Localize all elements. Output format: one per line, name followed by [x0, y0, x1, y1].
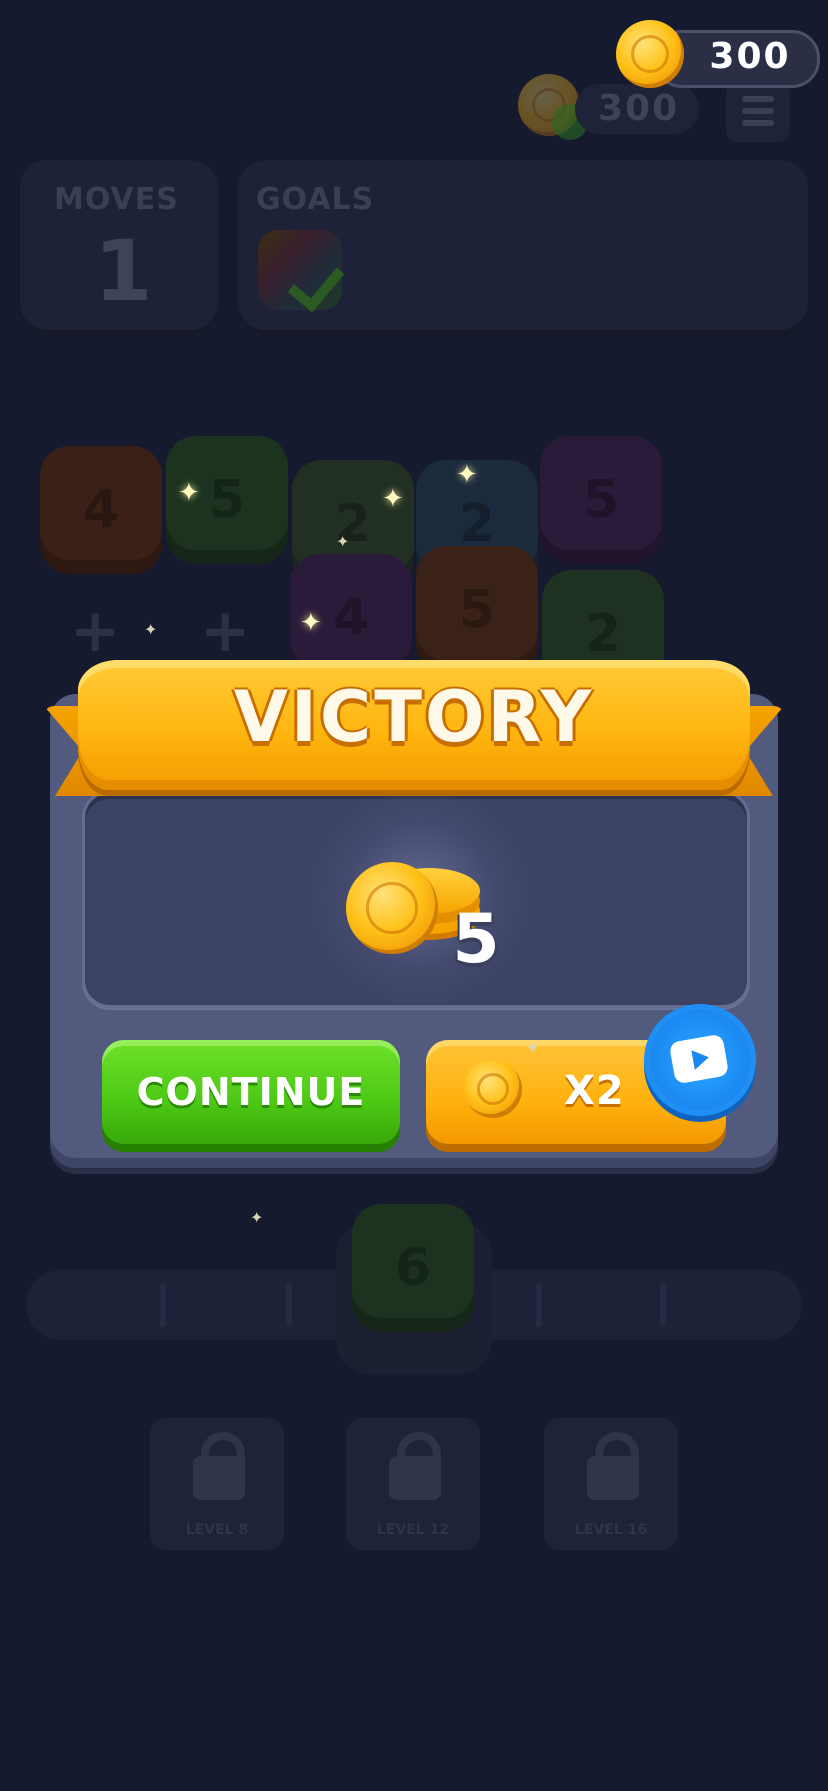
sparkle-icon: ✦ — [144, 620, 158, 639]
progress-tick — [536, 1283, 542, 1327]
double-reward-label: X2 — [564, 1068, 625, 1114]
reward-coin-icon — [346, 862, 438, 954]
background-coin-count: 300 — [598, 88, 680, 129]
menu-icon — [726, 80, 790, 142]
continue-button-label: CONTINUE — [136, 1070, 366, 1114]
locked-level-label: LEVEL 12 — [376, 1522, 450, 1538]
video-ad-badge[interactable] — [650, 1010, 750, 1110]
goals-label: GOALS — [256, 182, 375, 217]
continue-button[interactable]: CONTINUE — [102, 1040, 400, 1144]
progress-tick — [660, 1283, 666, 1327]
coin-icon — [616, 20, 684, 88]
moves-label: MOVES — [54, 182, 179, 217]
sparkle-icon: ✦ — [526, 1038, 540, 1057]
sparkle-icon: ✦ — [382, 484, 404, 514]
victory-title: VICTORY — [233, 676, 595, 758]
locked-level-card: LEVEL 16 — [544, 1418, 678, 1550]
locked-level-card: LEVEL 8 — [150, 1418, 284, 1550]
sparkle-icon: ✦ — [336, 532, 350, 551]
sparkle-icon: ✦ — [250, 1208, 264, 1227]
reward-amount: 5 — [452, 900, 500, 979]
progress-tick — [160, 1283, 166, 1327]
video-ad-icon — [668, 1033, 730, 1085]
sparkle-icon: ✦ — [178, 478, 200, 508]
board-tile: 4 — [40, 446, 162, 574]
coin-icon — [464, 1060, 522, 1118]
moves-value: 1 — [94, 222, 153, 320]
coin-count: 300 — [709, 36, 791, 77]
progress-tick — [286, 1283, 292, 1327]
locked-level-label: LEVEL 8 — [185, 1522, 249, 1538]
board-tile: 5 — [416, 546, 538, 674]
locked-level-label: LEVEL 16 — [574, 1522, 648, 1538]
locked-level-card: LEVEL 12 — [346, 1418, 480, 1550]
empty-slot-plus-icon: + — [200, 596, 251, 666]
next-tile: 6 — [352, 1204, 474, 1332]
moves-panel: MOVES 1 — [20, 160, 218, 336]
empty-slot-plus-icon: + — [70, 596, 121, 666]
board-tile: 5 — [540, 436, 662, 564]
sparkle-icon: ✦ — [456, 460, 478, 490]
sparkle-icon: ✦ — [300, 608, 322, 638]
goals-panel: GOALS — [238, 160, 808, 336]
